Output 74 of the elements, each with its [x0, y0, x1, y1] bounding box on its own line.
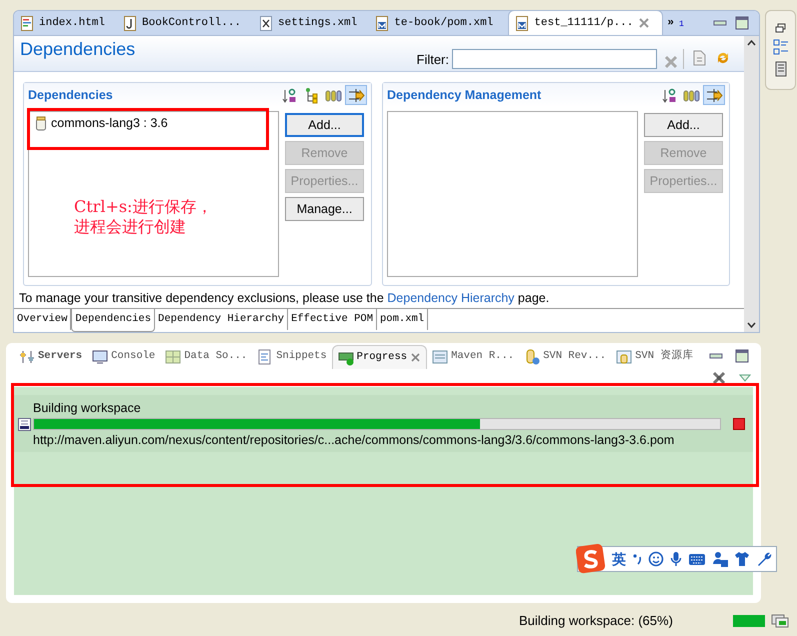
- page-tab[interactable]: Dependencies: [71, 309, 156, 332]
- scrollbar[interactable]: [744, 36, 759, 332]
- hierarchy-link[interactable]: Dependency Hierarchy: [387, 291, 514, 305]
- shirt-icon[interactable]: [734, 551, 750, 567]
- wrench-icon[interactable]: [756, 551, 772, 567]
- tasks-icon[interactable]: [774, 61, 786, 77]
- maven-file-icon: [515, 16, 530, 30]
- progress-view-icon[interactable]: [771, 614, 789, 628]
- maximize-icon[interactable]: [735, 16, 749, 30]
- action-button[interactable]: Add...: [285, 113, 364, 137]
- ime-logo-icon[interactable]: [576, 544, 606, 574]
- view-tab[interactable]: Maven R...: [427, 345, 520, 369]
- cylinder-icon: [524, 349, 540, 365]
- progress-icon: [338, 350, 354, 366]
- jar-icon: [35, 116, 47, 131]
- job-title: Building workspace: [32, 400, 142, 417]
- filter-icon: [705, 86, 723, 104]
- section-title: Dependency Management: [387, 86, 542, 104]
- editor-tab[interactable]: index.html: [14, 11, 118, 35]
- maven-file-icon: [375, 16, 390, 30]
- form-title: Dependencies: [20, 38, 136, 61]
- section-title: Dependencies: [28, 86, 113, 104]
- scroll-up-icon[interactable]: [747, 40, 756, 46]
- file-icon: [20, 16, 34, 30]
- minimize-icon[interactable]: [709, 351, 723, 361]
- window-icon: [432, 349, 448, 365]
- view-tab[interactable]: SVN 资源库: [611, 345, 698, 369]
- view-tab[interactable]: Snippets: [252, 345, 332, 369]
- filter-button[interactable]: [345, 85, 367, 105]
- smiley-icon[interactable]: [648, 551, 664, 567]
- microphone-icon[interactable]: [670, 551, 682, 567]
- action-button[interactable]: Manage...: [285, 197, 364, 221]
- user-icon[interactable]: [712, 551, 728, 567]
- view-tab[interactable]: SVN Rev...: [519, 345, 612, 369]
- tab-overflow-button[interactable]: » $_{1}$: [663, 11, 688, 35]
- list-item[interactable]: commons-lang3 : 3.6: [35, 114, 272, 133]
- filter-icon: [347, 86, 365, 104]
- filter-field[interactable]: [452, 49, 657, 69]
- document-icon: [257, 349, 274, 365]
- editor-tab[interactable]: settings.xml: [253, 11, 370, 35]
- grid-icon: [165, 349, 182, 365]
- view-tab[interactable]: Data So...: [160, 345, 252, 369]
- editor-tab[interactable]: test_11111/p...: [508, 11, 664, 35]
- annotation-text: Ctrl+s:进行保存， 进程会进行创建: [74, 197, 212, 237]
- view-tab[interactable]: Progress: [332, 345, 428, 369]
- servers-icon: [19, 349, 35, 365]
- outline-icon[interactable]: [772, 39, 788, 55]
- hint-text: To manage your transitive dependency exclusions, please use the Dependency Hierarchy page.: [18, 290, 550, 307]
- editor-tab[interactable]: BookControll...: [117, 11, 254, 35]
- action-button[interactable]: Add...: [644, 113, 723, 137]
- cylinder-icon: [616, 349, 632, 365]
- remove-all-icon[interactable]: [711, 370, 727, 386]
- monitor-icon: [92, 349, 108, 365]
- close-icon[interactable]: [638, 17, 650, 29]
- java-file-icon: [123, 16, 138, 30]
- view-tab[interactable]: Servers: [14, 345, 88, 369]
- punctuation-icon[interactable]: [632, 552, 642, 566]
- close-icon[interactable]: [410, 352, 422, 363]
- filter-button[interactable]: [703, 85, 725, 105]
- stop-icon[interactable]: [733, 418, 745, 430]
- editor-tab[interactable]: te-book/pom.xml: [369, 11, 506, 35]
- job-detail: http://maven.aliyun.com/nexus/content/repositories/c...ache/commons/commons-lang3/3.6/commons-lang3-3.6.pom: [32, 432, 676, 449]
- filter-label: Filter:: [416, 50, 449, 68]
- maximize-icon[interactable]: [735, 349, 749, 363]
- xml-file-icon: [259, 16, 274, 30]
- view-menu-icon[interactable]: [739, 374, 751, 382]
- restore-icon[interactable]: [774, 23, 786, 33]
- scroll-down-icon[interactable]: [747, 322, 756, 328]
- minimize-icon[interactable]: [713, 18, 727, 28]
- view-tab[interactable]: Console: [87, 345, 160, 369]
- keyboard-icon[interactable]: [688, 552, 706, 566]
- file-icon: [18, 418, 31, 431]
- status-text: Building workspace: (65%): [519, 612, 673, 630]
- ime-mode[interactable]: 英: [612, 548, 626, 570]
